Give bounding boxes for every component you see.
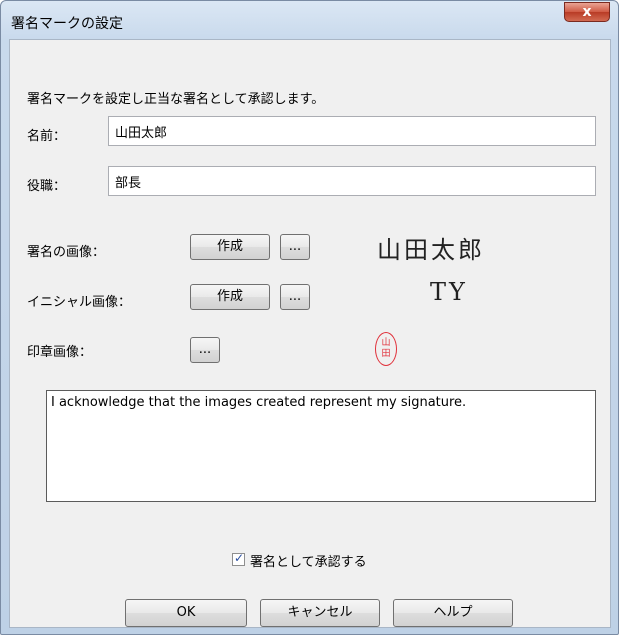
close-icon: x [582,4,592,20]
signature-image-label: 署名の画像： [27,245,106,260]
acknowledgement-text: I acknowledge that the images created re… [51,395,467,410]
approve-checkbox[interactable]: ✓ [232,551,245,566]
initial-create-button[interactable]: 作成 [190,284,270,310]
seal-preview: 山田 [375,332,397,366]
ok-button[interactable]: OK [125,599,247,627]
initial-browse-button[interactable]: ... [280,284,310,310]
dialog-window: 署名マークの設定 x 署名マークを設定し正当な署名として承認します。 名前： 山… [0,0,619,635]
close-button[interactable]: x [564,2,610,22]
name-input[interactable]: 山田太郎 [108,116,596,146]
help-button[interactable]: ヘルプ [393,599,513,627]
approve-checkbox-label[interactable]: 署名として承認する [250,551,367,570]
position-input[interactable]: 部長 [108,166,596,196]
signature-preview: 山田太郎 [377,236,485,264]
position-label: 役職： [27,179,67,194]
stamp-image-label: 印章画像： [27,345,93,360]
signature-browse-button[interactable]: ... [280,234,310,260]
signature-create-button[interactable]: 作成 [190,234,270,260]
cancel-button[interactable]: キャンセル [260,599,380,627]
title-bar: 署名マークの設定 x [1,1,618,41]
dialog-body: 署名マークを設定し正当な署名として承認します。 名前： 山田太郎 役職： 部長 … [9,39,611,628]
window-title: 署名マークの設定 [11,16,123,32]
description-text: 署名マークを設定し正当な署名として承認します。 [27,92,325,107]
acknowledgement-textarea[interactable]: I acknowledge that the images created re… [46,390,596,502]
check-icon: ✓ [234,551,245,565]
name-label: 名前： [27,129,67,144]
initial-image-label: イニシャル画像： [27,295,132,310]
stamp-browse-button[interactable]: ... [190,337,220,363]
initial-preview: TY [430,278,468,306]
